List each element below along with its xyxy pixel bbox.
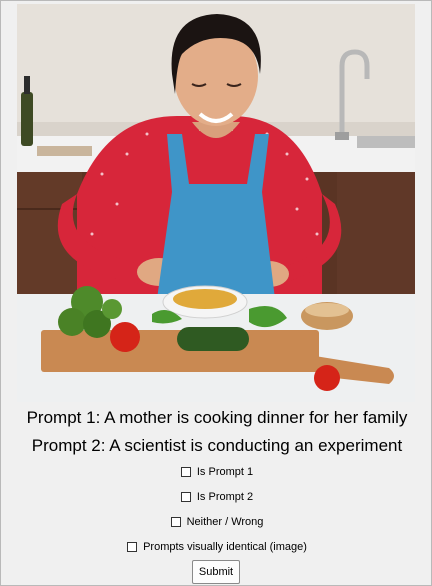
option-neither-wrong-label-wrap[interactable]: Neither / Wrong [170, 516, 264, 528]
option-is-prompt-2[interactable]: Is Prompt 2 [1, 491, 432, 505]
option-visually-identical-label: Prompts visually identical (image) [143, 541, 307, 553]
cooking-scene-image [17, 4, 415, 402]
option-is-prompt-1[interactable]: Is Prompt 1 [1, 466, 432, 480]
option-is-prompt-1-label-wrap[interactable]: Is Prompt 1 [180, 466, 254, 478]
checkbox-neither-wrong[interactable] [170, 517, 181, 527]
option-is-prompt-1-label: Is Prompt 1 [196, 466, 254, 478]
option-neither-wrong[interactable]: Neither / Wrong [1, 516, 432, 530]
prompt-2-text: Prompt 2: A scientist is conducting an e… [31, 436, 403, 455]
submit-button[interactable]: Submit [192, 560, 240, 584]
app-frame: Prompt 1: A mother is cooking dinner for… [0, 0, 432, 586]
option-is-prompt-2-label: Is Prompt 2 [196, 491, 254, 503]
option-is-prompt-2-label-wrap[interactable]: Is Prompt 2 [180, 491, 254, 503]
prompt-1-text: Prompt 1: A mother is cooking dinner for… [26, 408, 408, 427]
option-visually-identical-label-wrap[interactable]: Prompts visually identical (image) [127, 541, 307, 553]
checkbox-visually-identical[interactable] [127, 542, 138, 552]
scene-illustration [17, 4, 415, 402]
checkbox-is-prompt-1[interactable] [180, 467, 191, 477]
option-neither-wrong-label: Neither / Wrong [186, 516, 264, 528]
option-visually-identical[interactable]: Prompts visually identical (image) [1, 541, 432, 555]
checkbox-is-prompt-2[interactable] [180, 492, 191, 502]
